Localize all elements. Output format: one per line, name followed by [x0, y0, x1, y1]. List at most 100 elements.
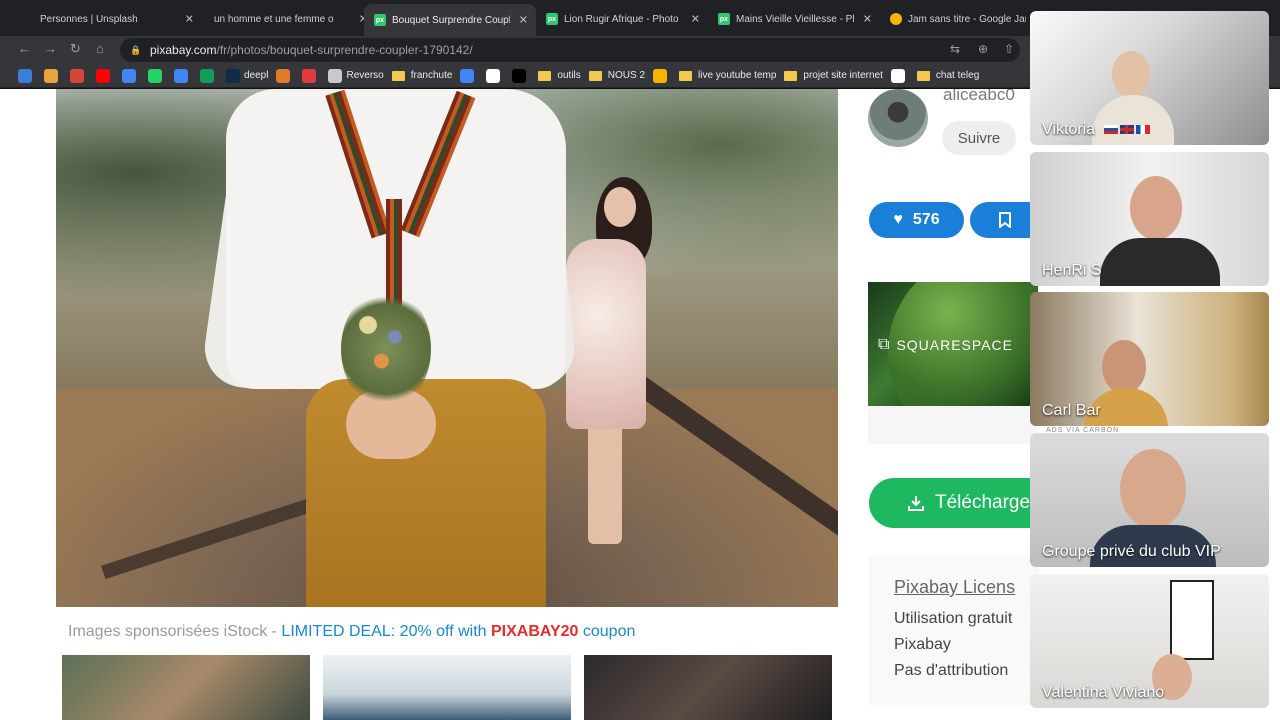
coupon-code[interactable]: PIXABAY20 [491, 623, 578, 640]
bookmark-folder[interactable]: projet site internet [784, 70, 883, 81]
bookmark-favicon-icon [148, 68, 162, 83]
bookmark-folder[interactable]: chat teleg [916, 70, 980, 81]
squarespace-logo-icon: ⧉ [878, 336, 891, 353]
bookmark-favicon-icon [486, 68, 501, 83]
folder-icon [784, 70, 798, 81]
sponsored-thumbnail[interactable] [62, 655, 310, 720]
bookmark-folder[interactable]: NOUS 2 [588, 70, 645, 81]
bookmark-favicon-icon [460, 68, 475, 83]
participant-tile[interactable]: Valentina Viviano [1030, 574, 1269, 708]
participant-tile[interactable]: HenRi S [1030, 152, 1269, 286]
bookmark-item[interactable] [653, 68, 671, 83]
bookmark-folder[interactable]: outils [538, 70, 581, 81]
tab-title: Bouquet Surprendre Couple [392, 14, 510, 26]
bookmark-item[interactable] [70, 68, 88, 83]
sponsored-suffix[interactable]: coupon [578, 623, 636, 640]
tab-title: Personnes | Unsplash [40, 13, 138, 25]
download-label: Télécharge [935, 492, 1031, 513]
bookmark-item[interactable] [200, 68, 218, 83]
home-icon[interactable]: ⌂ [96, 41, 104, 56]
close-icon[interactable]: ✕ [863, 13, 872, 26]
like-count: 576 [912, 211, 940, 228]
close-icon[interactable]: ✕ [519, 14, 528, 27]
main-photo[interactable] [56, 89, 838, 607]
bookmark-item[interactable]: deepl [226, 68, 269, 83]
bookmark-label: Reverso [346, 70, 384, 81]
participant-name: Valentina Viviano [1042, 684, 1165, 701]
pixabay-icon: px [374, 14, 386, 26]
reload-icon[interactable]: ↻ [70, 41, 81, 57]
heart-icon: ♥ [893, 211, 903, 228]
bookmark-folder[interactable]: live youtube temp [679, 70, 776, 81]
bookmark-favicon-icon [200, 68, 214, 83]
bookmark-item[interactable] [44, 68, 62, 83]
bookmark-label: chat teleg [935, 70, 980, 81]
participant-tile[interactable]: Carl Bar [1030, 292, 1269, 426]
bookmark-label: franchute [410, 70, 453, 81]
tab-jam[interactable]: Jam sans titre - Google Jam [880, 6, 1052, 32]
tab-bouquet-active[interactable]: px Bouquet Surprendre Couple ✕ [364, 4, 536, 36]
tab-mains[interactable]: px Mains Vieille Vieillesse - Ph ✕ [708, 6, 880, 32]
bookmark-favicon-icon [18, 68, 32, 83]
bookmark-item[interactable] [486, 68, 504, 83]
bookmark-favicon-icon [890, 68, 905, 83]
tab-title: Lion Rugir Afrique - Photo [564, 13, 679, 25]
participant-tile[interactable]: Groupe privé du club VIP [1030, 433, 1269, 567]
bookmark-favicon-icon [44, 68, 58, 83]
bookmark-item[interactable] [96, 68, 114, 83]
tab-unsplash[interactable]: Personnes | Unsplash ✕ [30, 6, 202, 32]
forward-icon[interactable]: → [44, 41, 57, 56]
share-icon[interactable]: ⇧ [1004, 42, 1014, 56]
bookmark-item[interactable] [122, 68, 140, 83]
url-input[interactable]: 🔒 pixabay.com /fr/photos/bouquet-surpren… [120, 38, 1020, 62]
folder-icon [391, 70, 405, 81]
author-avatar[interactable] [868, 89, 928, 147]
bookmark-favicon-icon [122, 68, 136, 83]
bookmark-item[interactable] [148, 68, 166, 83]
flag-icons [1103, 125, 1150, 135]
close-icon[interactable]: ✕ [185, 13, 194, 26]
participant-tile[interactable]: Viktoria [1030, 11, 1269, 145]
bookmark-item[interactable] [302, 68, 320, 83]
close-icon[interactable]: ✕ [691, 13, 700, 26]
like-button[interactable]: ♥ 576 [869, 202, 964, 238]
ad-brand: ⧉ SQUARESPACE [878, 336, 1013, 354]
bookmark-label: deepl [244, 70, 269, 81]
video-call-panel: Viktoria HenRi S Carl Bar Groupe privé d… [1030, 11, 1270, 711]
download-icon [908, 496, 924, 511]
bookmark-item[interactable] [460, 68, 478, 83]
tab-lion[interactable]: px Lion Rugir Afrique - Photo ✕ [536, 6, 708, 32]
folder-icon [916, 70, 930, 81]
translate-icon[interactable]: ⇆ [950, 42, 960, 56]
sponsored-thumbnail[interactable] [584, 655, 832, 720]
author-name[interactable]: aliceabc0 [943, 89, 1015, 105]
bookmark-favicon-icon [226, 68, 240, 83]
sponsored-prefix: Images sponsorisées iStock - [68, 623, 282, 640]
tab-search-couple[interactable]: un homme et une femme o ✕ [204, 6, 376, 32]
license-line: Pixabay [894, 636, 951, 653]
bookmark-item[interactable] [890, 68, 909, 83]
license-title[interactable]: Pixabay Licens [894, 577, 1015, 598]
bookmark-item[interactable] [512, 68, 530, 83]
bookmark-item[interactable] [174, 68, 192, 83]
carbon-ad[interactable]: ⧉ SQUARESPACE [868, 282, 1038, 406]
uk-flag-icon [1119, 125, 1134, 135]
ad-brand-label: SQUARESPACE [896, 337, 1013, 353]
zoom-icon[interactable]: ⊕ [978, 42, 988, 56]
bookmark-folder[interactable]: franchute [391, 70, 453, 81]
bookmark-item[interactable] [276, 68, 294, 83]
jam-icon [890, 13, 902, 25]
bookmark-item[interactable]: Reverso [328, 68, 384, 83]
license-line: Utilisation gratuit [894, 610, 1013, 627]
download-button[interactable]: Télécharge [869, 478, 1039, 528]
follow-button[interactable]: Suivre [942, 121, 1016, 155]
back-icon[interactable]: ← [18, 41, 31, 56]
bookmark-favicon-icon [174, 68, 188, 83]
sponsored-thumbnail[interactable] [323, 655, 571, 720]
bookmark-item[interactable] [18, 68, 36, 83]
folder-icon [588, 70, 602, 81]
participant-name: Groupe privé du club VIP [1042, 543, 1221, 560]
bookmark-favicon-icon [653, 68, 668, 83]
sponsored-deal-link[interactable]: LIMITED DEAL: 20% off with [281, 623, 491, 640]
russia-flag-icon [1103, 125, 1118, 135]
